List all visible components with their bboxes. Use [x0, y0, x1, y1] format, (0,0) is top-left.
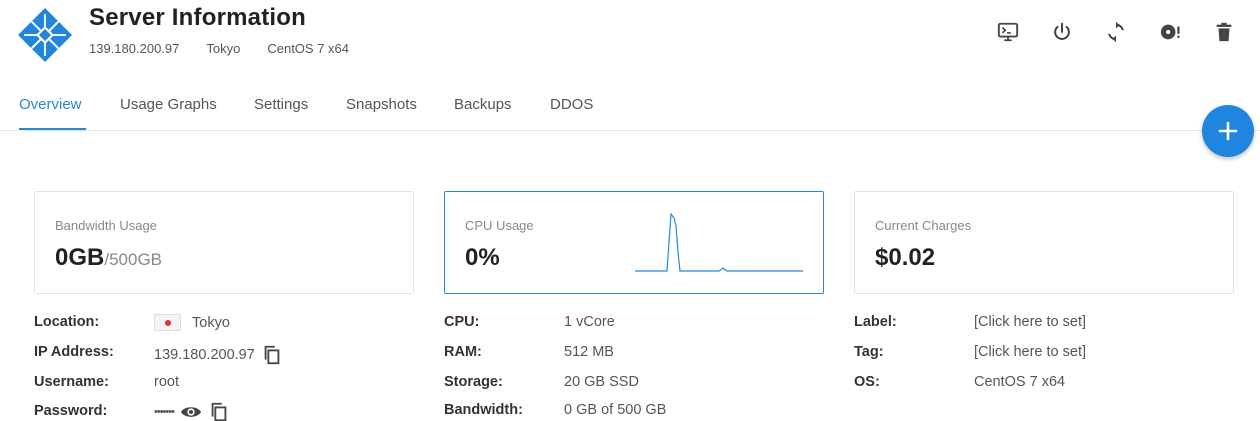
- username-value: root: [154, 374, 179, 390]
- location-value-wrap: Tokyo: [154, 314, 230, 331]
- bandwidth-usage-card[interactable]: Bandwidth Usage 0GB/500GB: [34, 191, 414, 294]
- bandwidth-usage-label: Bandwidth Usage: [55, 218, 157, 233]
- reinstall-icon: [1160, 24, 1180, 40]
- ip-value-wrap: 139.180.200.97: [154, 344, 283, 366]
- storage-value: 20 GB SSD: [564, 374, 639, 390]
- add-button[interactable]: [1202, 105, 1254, 157]
- tab-backups[interactable]: Backups: [454, 96, 512, 113]
- copy-password-button[interactable]: [208, 401, 230, 421]
- console-button[interactable]: [996, 20, 1020, 44]
- reinstall-button[interactable]: [1158, 20, 1182, 44]
- tag-label: Tag:: [854, 344, 884, 360]
- delete-button[interactable]: [1212, 20, 1236, 44]
- cpu-usage-value: 0%: [465, 244, 500, 271]
- password-label: Password:: [34, 403, 108, 419]
- cpu-sparkline: [635, 212, 803, 272]
- ip-value: 139.180.200.97: [154, 347, 255, 363]
- cpu-usage-label: CPU Usage: [465, 218, 534, 233]
- storage-label: Storage:: [444, 374, 503, 390]
- tab-settings[interactable]: Settings: [254, 96, 308, 113]
- current-charges-label: Current Charges: [875, 218, 972, 233]
- location-value: Tokyo: [192, 314, 230, 331]
- bandwidth-usage-value: 0GB/500GB: [55, 244, 162, 272]
- ram-value: 512 MB: [564, 344, 614, 360]
- japan-flag-icon: [154, 314, 181, 331]
- server-location: Tokyo: [206, 41, 241, 56]
- copy-icon: [264, 345, 280, 365]
- cpu-usage-card[interactable]: CPU Usage 0%: [444, 191, 824, 294]
- trash-icon: [1216, 22, 1232, 42]
- show-password-button[interactable]: [180, 401, 202, 421]
- plus-icon: [1218, 121, 1238, 141]
- power-icon: [1054, 22, 1070, 40]
- bandwidth-label: Bandwidth:: [444, 402, 523, 418]
- ip-label: IP Address:: [34, 344, 114, 360]
- password-value: •••••••: [154, 406, 175, 418]
- page-title: Server Information: [89, 4, 306, 31]
- logo-icon: [18, 8, 72, 62]
- tab-snapshots[interactable]: Snapshots: [346, 96, 417, 113]
- set-label-link[interactable]: [Click here to set]: [974, 314, 1086, 330]
- tab-ddos[interactable]: DDOS: [550, 96, 593, 113]
- ram-label: RAM:: [444, 344, 482, 360]
- bandwidth-total: /500GB: [104, 250, 163, 269]
- tab-usage-graphs[interactable]: Usage Graphs: [120, 96, 217, 113]
- cpu-value: 1 vCore: [564, 314, 615, 330]
- header: Server Information 139.180.200.97 Tokyo …: [0, 0, 1260, 70]
- os-value: CentOS 7 x64: [974, 374, 1066, 390]
- bandwidth-used: 0GB: [55, 244, 105, 271]
- restart-icon: [1108, 21, 1124, 43]
- label-label: Label:: [854, 314, 897, 330]
- current-charges-card[interactable]: Current Charges $0.02: [854, 191, 1234, 294]
- current-charges-value: $0.02: [875, 244, 936, 271]
- cpu-label: CPU:: [444, 314, 480, 330]
- os-label: OS:: [854, 374, 880, 390]
- server-os: CentOS 7 x64: [267, 41, 349, 56]
- copy-ip-button[interactable]: [261, 344, 283, 366]
- copy-icon: [211, 402, 227, 421]
- active-tab-indicator: [19, 128, 86, 130]
- eye-icon: [180, 407, 202, 417]
- restart-button[interactable]: [1104, 20, 1128, 44]
- server-meta: 139.180.200.97 Tokyo CentOS 7 x64: [89, 41, 349, 56]
- password-value-wrap: •••••••: [154, 401, 230, 421]
- username-label: Username:: [34, 374, 109, 390]
- bandwidth-link[interactable]: 0 GB of 500 GB: [564, 402, 666, 418]
- server-ip: 139.180.200.97: [89, 41, 180, 56]
- tab-bar: Overview Usage Graphs Settings Snapshots…: [0, 82, 1260, 131]
- set-tag-link[interactable]: [Click here to set]: [974, 344, 1086, 360]
- server-actions: [996, 20, 1236, 44]
- power-button[interactable]: [1050, 20, 1074, 44]
- tab-overview[interactable]: Overview: [19, 96, 82, 113]
- console-icon: [997, 22, 1019, 42]
- location-label: Location:: [34, 314, 100, 330]
